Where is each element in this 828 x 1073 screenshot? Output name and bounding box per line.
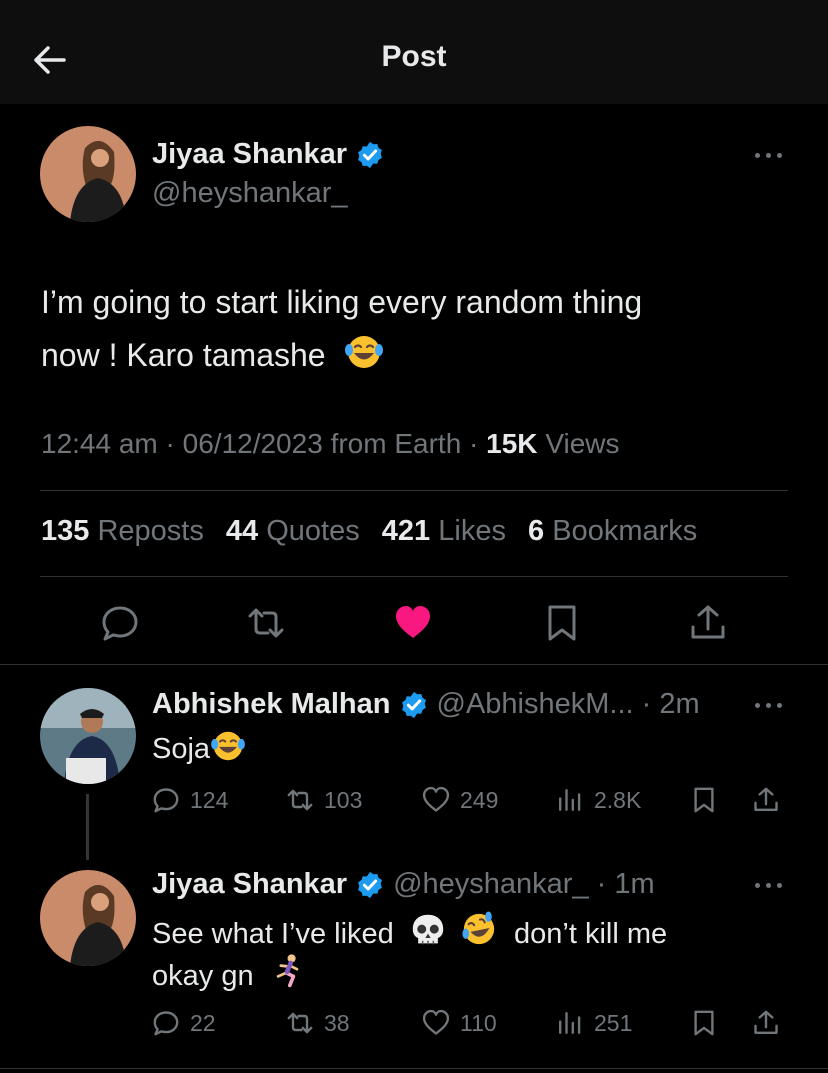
- repost-icon: [287, 1012, 313, 1034]
- like-button[interactable]: 249: [422, 786, 498, 814]
- avatar-abhishek[interactable]: [40, 688, 136, 784]
- page-title: Post: [381, 40, 447, 73]
- divider: [40, 576, 788, 577]
- verified-badge-icon: [358, 141, 382, 168]
- thread-connector-line: [86, 794, 89, 860]
- reply-time[interactable]: 2m: [659, 688, 699, 721]
- repost-button[interactable]: 103: [286, 786, 362, 814]
- avatar-jiyaa[interactable]: [40, 126, 136, 222]
- reply-author-row: Abhishek Malhan @AbhishekM... · 2m: [152, 688, 700, 721]
- verified-badge-icon: [401, 691, 426, 718]
- bookmark-icon: [694, 787, 714, 813]
- more-options-icon[interactable]: [755, 700, 787, 710]
- reply-author-handle[interactable]: @AbhishekM...: [437, 688, 634, 721]
- like-icon-filled[interactable]: [393, 603, 433, 643]
- verified-badge-icon: [358, 871, 382, 898]
- reply-author-name[interactable]: Jiyaa Shankar: [152, 868, 347, 901]
- engagement-stats: 135 Reposts 44 Quotes 421 Likes 6 Bookma…: [41, 515, 697, 548]
- views-chart-icon: [559, 1012, 581, 1034]
- share-button[interactable]: [752, 786, 790, 814]
- skull-emoji-icon: [412, 914, 444, 945]
- divider: [40, 490, 788, 491]
- bookmarks-stat[interactable]: 6 Bookmarks: [528, 515, 697, 547]
- post-location: from Earth: [330, 428, 462, 459]
- laughing-tears-emoji-icon: [211, 731, 245, 761]
- post-date: 06/12/2023: [182, 428, 323, 459]
- post-author-handle[interactable]: @heyshankar_: [152, 177, 348, 210]
- bookmark-button[interactable]: [690, 786, 728, 814]
- post-text-line2: now ! Karo tamashe: [41, 337, 326, 373]
- reply-author-name[interactable]: Abhishek Malhan: [152, 688, 391, 721]
- post-meta: 12:44 am · 06/12/2023 from Earth · 15K V…: [41, 428, 620, 459]
- reply-time[interactable]: 1m: [614, 868, 654, 901]
- reply-author-row: Jiyaa Shankar @heyshankar_ · 1m: [152, 868, 655, 901]
- views-button[interactable]: 251: [556, 1009, 632, 1037]
- like-icon: [422, 1009, 450, 1035]
- reposts-stat[interactable]: 135 Reposts: [41, 515, 204, 547]
- like-button[interactable]: 110: [422, 1009, 497, 1037]
- views-chart-icon: [559, 789, 581, 811]
- bookmark-icon[interactable]: [542, 603, 582, 643]
- reply-text-line2: okay gn: [152, 953, 306, 993]
- divider: [0, 664, 828, 665]
- reply-icon[interactable]: [100, 603, 140, 643]
- post-author-row: Jiyaa Shankar: [152, 138, 385, 171]
- post-views-label[interactable]: Views: [545, 428, 619, 459]
- more-options-icon[interactable]: [755, 880, 787, 890]
- reply-author-handle[interactable]: @heyshankar_: [393, 868, 589, 901]
- post-text: I’m going to start liking every random t…: [41, 276, 801, 382]
- quotes-stat[interactable]: 44 Quotes: [226, 515, 360, 547]
- like-icon: [422, 786, 450, 812]
- avatar-jiyaa[interactable]: [40, 870, 136, 966]
- reply-text: Soja: [152, 730, 246, 766]
- running-woman-emoji-icon: [276, 954, 298, 988]
- share-icon[interactable]: [688, 603, 728, 643]
- repost-icon: [287, 789, 313, 811]
- share-icon: [754, 1010, 778, 1034]
- repost-button[interactable]: 38: [286, 1009, 350, 1037]
- bookmark-icon: [694, 1010, 714, 1036]
- post-time: 12:44 am: [41, 428, 158, 459]
- top-bar: Post: [0, 0, 828, 104]
- more-options-icon[interactable]: [755, 150, 787, 160]
- laughing-tears-emoji-icon: [345, 336, 384, 368]
- bookmark-button[interactable]: [690, 1009, 728, 1037]
- share-icon: [754, 787, 778, 811]
- reply-icon: [153, 788, 179, 813]
- reply-icon: [153, 1011, 179, 1036]
- reply-button[interactable]: 22: [152, 1009, 216, 1037]
- repost-icon[interactable]: [246, 603, 286, 643]
- post-text-line1: I’m going to start liking every random t…: [41, 284, 643, 320]
- likes-stat[interactable]: 421 Likes: [382, 515, 506, 547]
- reply-button[interactable]: 124: [152, 786, 228, 814]
- rofl-emoji-icon: [462, 911, 495, 945]
- views-button[interactable]: 2.8K: [556, 786, 641, 814]
- post-views-count: 15K: [486, 428, 538, 459]
- reply-text: See what I’ve liked don’t kill me: [152, 911, 667, 951]
- divider: [0, 1068, 828, 1069]
- share-button[interactable]: [752, 1009, 790, 1037]
- post-author-name[interactable]: Jiyaa Shankar: [152, 138, 347, 171]
